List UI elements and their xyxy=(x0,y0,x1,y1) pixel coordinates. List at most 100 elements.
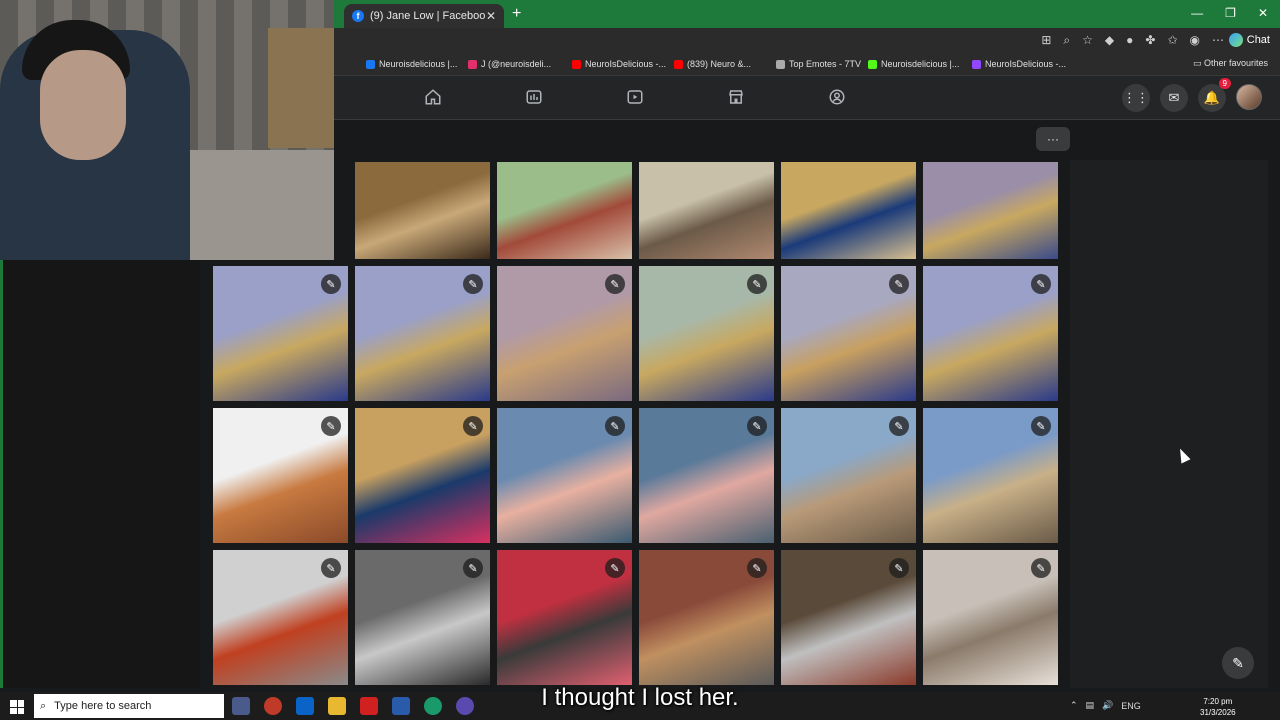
messenger-icon[interactable]: ✉ xyxy=(1160,84,1188,112)
edit-pencil-icon[interactable]: ✎ xyxy=(463,416,483,436)
facebook-icon: f xyxy=(352,10,364,22)
photo-thumbnail-hotpot-meal-table[interactable]: ✎ xyxy=(781,550,916,685)
photo-thumbnail-sea-sunset[interactable]: ✎ xyxy=(497,408,632,543)
youtube-icon xyxy=(674,59,683,69)
bookmark-label: NeuroIsDelicious -... xyxy=(585,59,667,69)
left-panel xyxy=(0,260,200,688)
compose-message-button[interactable]: ✎ xyxy=(1222,647,1254,679)
star-icon[interactable]: ☆ xyxy=(1082,33,1093,48)
notifications-bell-icon[interactable]: 🔔 9 xyxy=(1198,78,1231,112)
youtube-icon xyxy=(572,59,581,69)
bookmark-5[interactable]: Neuroisdelicious |... xyxy=(868,59,959,69)
photo-thumbnail-badminton-hall-players[interactable]: ✎ xyxy=(213,266,348,401)
photo-thumbnail-badminton-players-far[interactable]: ✎ xyxy=(923,266,1058,401)
photo-thumbnail-badminton-court-empty[interactable]: ✎ xyxy=(497,266,632,401)
edit-pencil-icon[interactable]: ✎ xyxy=(1031,558,1051,578)
toolbar-icons: ⊞ ⌕ ☆ ◆ ● ✤ ✩ ◉ ⋯ xyxy=(1041,33,1224,48)
maximize-icon[interactable]: ❐ xyxy=(1225,6,1236,20)
menu-grid-icon[interactable]: ⋮⋮ xyxy=(1122,84,1150,112)
facebook-icon xyxy=(366,59,375,69)
groups-icon[interactable] xyxy=(828,88,846,106)
bookmark-3[interactable]: (839) Neuro &... xyxy=(674,59,751,69)
photo-thumbnail-crime-prevention-sign[interactable]: ✎ xyxy=(355,408,490,543)
edit-pencil-icon[interactable]: ✎ xyxy=(321,558,341,578)
photo-thumbnail-roast-meat-rice[interactable]: ✎ xyxy=(213,408,348,543)
browser-tab[interactable]: f (9) Jane Low | Facebook ✕ xyxy=(344,4,504,28)
edit-pencil-icon[interactable]: ✎ xyxy=(321,274,341,294)
more-icon[interactable]: ⋯ xyxy=(1212,33,1224,48)
edit-pencil-icon[interactable]: ✎ xyxy=(1031,274,1051,294)
minimize-icon[interactable]: — xyxy=(1191,6,1203,20)
other-favourites-label: Other favourites xyxy=(1203,58,1268,68)
photo-thumbnail-restaurant-food[interactable] xyxy=(355,162,490,259)
extension-2-icon[interactable]: ● xyxy=(1126,33,1133,48)
bookmark-4[interactable]: Top Emotes - 7TV xyxy=(776,59,861,69)
photo-thumbnail-sea-clouds-shore[interactable]: ✎ xyxy=(639,408,774,543)
photo-thumbnail-badminton-hall-players-2[interactable]: ✎ xyxy=(355,266,490,401)
photo-thumbnail-raw-beef-slices[interactable]: ✎ xyxy=(497,550,632,685)
edit-pencil-icon[interactable]: ✎ xyxy=(1031,416,1051,436)
webcam-face xyxy=(40,50,126,160)
edit-pencil-icon[interactable]: ✎ xyxy=(747,274,767,294)
extension-icon[interactable]: ◆ xyxy=(1105,33,1114,48)
edit-pencil-icon[interactable]: ✎ xyxy=(463,274,483,294)
twitch-icon xyxy=(972,59,981,69)
bookmark-label: Top Emotes - 7TV xyxy=(789,59,862,69)
photo-thumbnail-steamboat-pot[interactable]: ✎ xyxy=(213,550,348,685)
photo-thumbnail-sand-sculpture-beach[interactable]: ✎ xyxy=(781,408,916,543)
video-icon[interactable] xyxy=(626,88,644,106)
bookmark-label: J (@neuroisdeli... xyxy=(481,59,552,69)
edit-pencil-icon[interactable]: ✎ xyxy=(321,416,341,436)
bookmark-label: NeuroIsDelicious -... xyxy=(985,59,1067,69)
photo-thumbnail-horse-field-selfie[interactable] xyxy=(639,162,774,259)
photo-thumbnail-badminton-player-court[interactable]: ✎ xyxy=(781,266,916,401)
grid-icon[interactable]: ⊞ xyxy=(1041,33,1051,48)
photo-thumbnail-badminton-court-net[interactable] xyxy=(923,162,1058,259)
bookmark-6[interactable]: NeuroIsDelicious -... xyxy=(972,59,1066,69)
new-tab-button[interactable]: + xyxy=(512,5,521,23)
zoom-icon[interactable]: ⌕ xyxy=(1063,33,1070,48)
photo-thumbnail-red-ground-person[interactable] xyxy=(497,162,632,259)
close-tab-icon[interactable]: ✕ xyxy=(486,9,496,23)
edit-pencil-icon[interactable]: ✎ xyxy=(463,558,483,578)
photo-thumbnail-sports-hall-floor[interactable] xyxy=(781,162,916,259)
edit-pencil-icon[interactable]: ✎ xyxy=(889,416,909,436)
profile-avatar[interactable] xyxy=(1236,84,1262,110)
edit-pencil-icon[interactable]: ✎ xyxy=(747,416,767,436)
edit-pencil-icon[interactable]: ✎ xyxy=(747,558,767,578)
photo-thumbnail-buffet-trays[interactable]: ✎ xyxy=(355,550,490,685)
home-icon[interactable] xyxy=(424,88,442,106)
edit-pencil-icon[interactable]: ✎ xyxy=(605,416,625,436)
profile-icon[interactable]: ◉ xyxy=(1190,33,1200,48)
bookmark-0[interactable]: Neuroisdelicious |... xyxy=(366,59,457,69)
kick-icon xyxy=(868,59,877,69)
7tv-icon xyxy=(776,59,785,69)
favourites-icon[interactable]: ✩ xyxy=(1167,33,1177,48)
watch-icon[interactable] xyxy=(525,88,543,106)
fb-right-icons: ⋮⋮ ✉ 🔔 9 xyxy=(1122,78,1262,112)
puzzle-icon[interactable]: ✤ xyxy=(1145,33,1155,48)
edit-pencil-icon[interactable]: ✎ xyxy=(605,274,625,294)
bookmark-label: Neuroisdelicious |... xyxy=(379,59,458,69)
photo-thumbnail-clams-plate[interactable]: ✎ xyxy=(923,550,1058,685)
more-options-button[interactable]: ··· xyxy=(1036,127,1070,151)
chat-label: Chat xyxy=(1246,34,1270,46)
video-subtitle: I thought I lost her. xyxy=(541,684,739,711)
bookmark-label: (839) Neuro &... xyxy=(687,59,752,69)
copilot-chat-button[interactable]: Chat xyxy=(1228,33,1270,47)
bookmark-1[interactable]: J (@neuroisdeli... xyxy=(468,59,551,69)
other-favourites[interactable]: ▭ Other favourites xyxy=(1193,58,1268,69)
tab-title: (9) Jane Low | Facebook xyxy=(370,10,486,22)
webcam-shelf xyxy=(268,28,334,148)
close-window-icon[interactable]: ✕ xyxy=(1258,6,1268,20)
webcam-overlay xyxy=(0,0,334,260)
photo-thumbnail-hotpot-broth[interactable]: ✎ xyxy=(639,550,774,685)
photo-thumbnail-badminton-hall-wide[interactable]: ✎ xyxy=(639,266,774,401)
bookmark-2[interactable]: NeuroIsDelicious -... xyxy=(572,59,666,69)
photo-thumbnail-beach-sandcastles[interactable]: ✎ xyxy=(923,408,1058,543)
edit-pencil-icon[interactable]: ✎ xyxy=(889,274,909,294)
edit-pencil-icon[interactable]: ✎ xyxy=(605,558,625,578)
edit-pencil-icon[interactable]: ✎ xyxy=(889,558,909,578)
folder-icon: ▭ xyxy=(1192,58,1204,68)
marketplace-icon[interactable] xyxy=(727,88,745,106)
